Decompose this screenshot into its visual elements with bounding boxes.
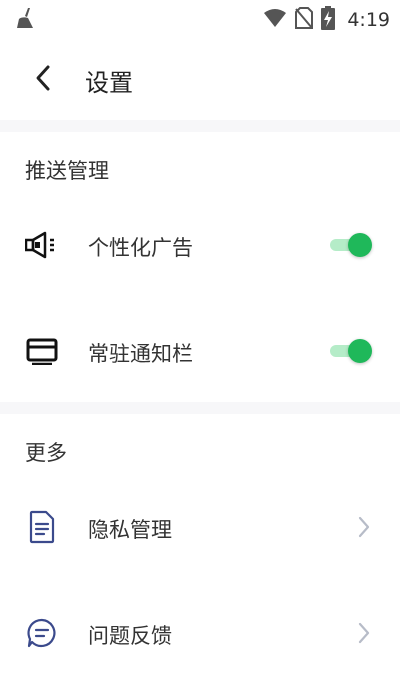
settings-row-label: 问题反馈 <box>88 624 172 648</box>
notification-bar-toggle[interactable] <box>328 336 374 366</box>
settings-row-feedback[interactable]: 问题反馈 <box>0 590 400 676</box>
chevron-right-icon <box>356 621 372 645</box>
back-button[interactable] <box>28 62 58 98</box>
toggle-thumb <box>348 233 372 257</box>
settings-row-label: 个性化广告 <box>88 236 193 260</box>
battery-charging-icon <box>321 6 336 34</box>
status-right: 4:19 <box>263 6 390 34</box>
settings-row-label: 常驻通知栏 <box>88 342 193 366</box>
notification-bar-icon <box>25 334 59 368</box>
cleaner-broom-icon <box>14 8 38 34</box>
no-sim-icon <box>295 7 314 33</box>
personalized-ads-toggle[interactable] <box>328 230 374 260</box>
settings-row-label: 隐私管理 <box>88 518 172 542</box>
settings-row-personalized-ads[interactable]: 个性化广告 <box>0 202 400 288</box>
settings-row-privacy[interactable]: 隐私管理 <box>0 484 400 570</box>
status-bar: 4:19 <box>0 0 400 36</box>
section-title-more: 更多 <box>25 441 67 465</box>
section-title-push: 推送管理 <box>25 159 109 183</box>
settings-row-notification-bar[interactable]: 常驻通知栏 <box>0 308 400 394</box>
chevron-right-icon <box>356 515 372 539</box>
megaphone-icon <box>25 228 59 262</box>
page-title: 设置 <box>85 69 133 97</box>
status-time: 4:19 <box>347 9 390 31</box>
section-divider <box>0 402 400 414</box>
status-left <box>14 6 38 34</box>
wifi-icon <box>263 8 287 32</box>
chevron-left-icon <box>34 64 52 96</box>
toggle-thumb <box>348 339 372 363</box>
document-icon <box>25 510 59 544</box>
app-bar: 设置 <box>0 42 400 118</box>
section-divider <box>0 120 400 132</box>
chat-bubble-icon <box>25 616 59 650</box>
